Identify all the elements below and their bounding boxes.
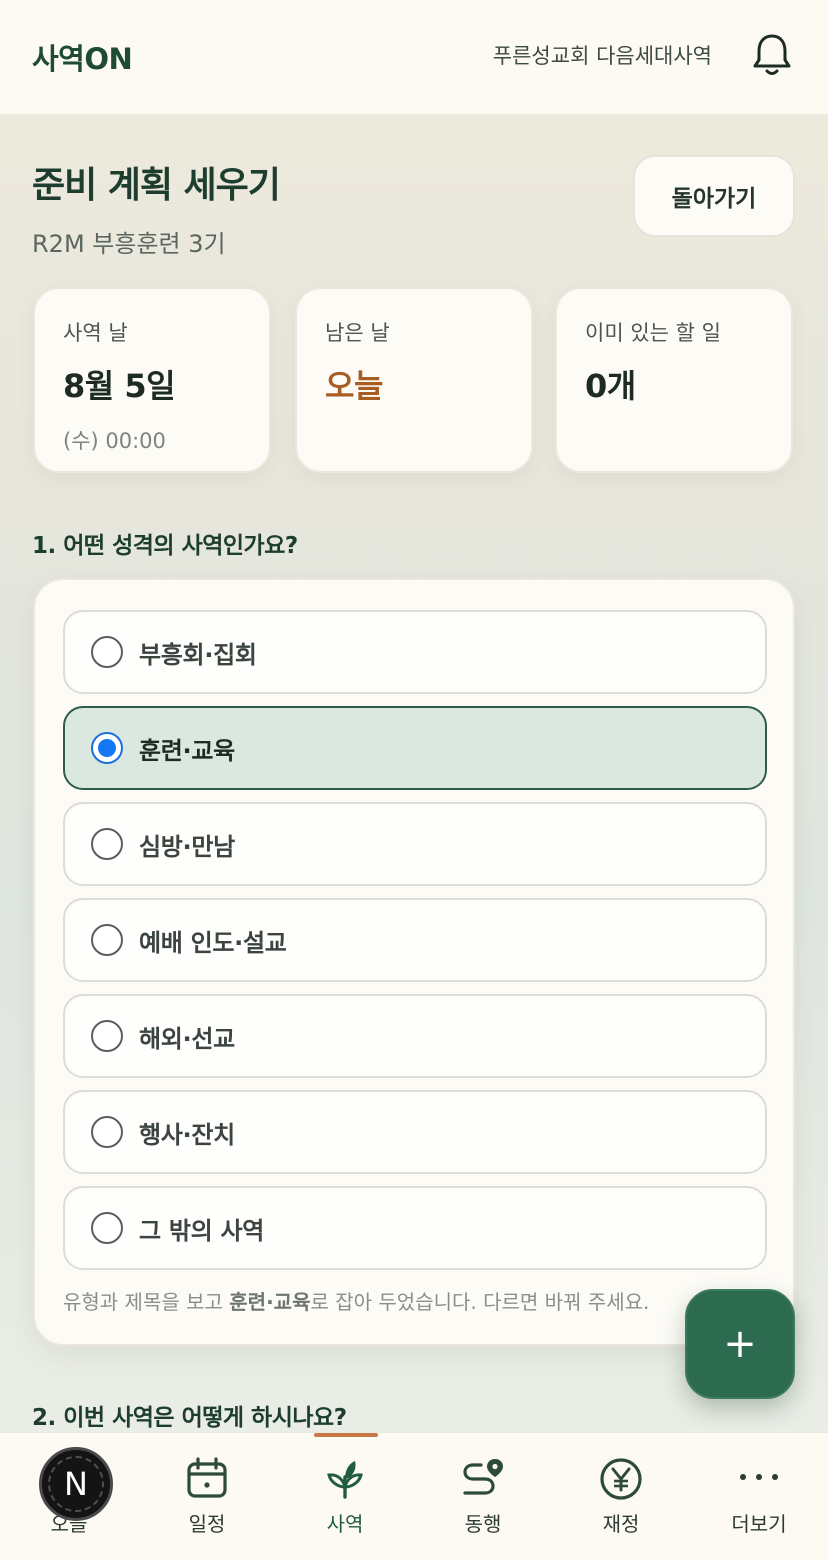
stat-card-ministry-date: 사역 날 8월 5일 (수) 00:00: [33, 287, 271, 473]
back-button[interactable]: 돌아가기: [633, 155, 795, 237]
tab-ministry[interactable]: 사역: [276, 1433, 414, 1560]
route-icon: [459, 1455, 507, 1503]
radio-button[interactable]: [91, 636, 123, 668]
option-label: 훈련·교육: [139, 736, 235, 765]
option-revival-meeting[interactable]: 부흥회·집회: [63, 610, 767, 694]
app-logo[interactable]: 사역ON: [32, 36, 133, 78]
question-1-title: 1. 어떤 성격의 사역인가요?: [32, 533, 298, 559]
radio-button[interactable]: [91, 924, 123, 956]
stat-label: 이미 있는 할 일: [585, 321, 721, 345]
ministry-type-card: 부흥회·집회 훈련·교육 심방·만남 예배 인도·설교 해외·선교 행사·잔치 …: [33, 578, 795, 1346]
radio-button[interactable]: [91, 1020, 123, 1052]
stat-value: 8월 5일: [63, 367, 176, 405]
option-label: 해외·선교: [139, 1024, 235, 1053]
more-icon: [735, 1455, 783, 1503]
add-button[interactable]: +: [685, 1289, 795, 1399]
hint-selected-type: 훈련·교육: [229, 1290, 311, 1314]
option-label: 행사·잔치: [139, 1120, 235, 1149]
type-hint: 유형과 제목을 보고 훈련·교육로 잡아 두었습니다. 다르면 바꿔 주세요.: [63, 1286, 649, 1315]
calendar-icon: [183, 1455, 231, 1503]
bell-icon[interactable]: [752, 32, 792, 78]
radio-button[interactable]: [91, 1116, 123, 1148]
option-label: 부흥회·집회: [139, 640, 257, 669]
option-training-education[interactable]: 훈련·교육: [63, 706, 767, 790]
tab-label: 동행: [464, 1512, 502, 1536]
stat-card-existing-tasks: 이미 있는 할 일 0개: [555, 287, 793, 473]
stat-label: 사역 날: [63, 321, 128, 345]
option-visitation[interactable]: 심방·만남: [63, 802, 767, 886]
dev-badge[interactable]: N: [39, 1447, 113, 1521]
radio-button[interactable]: [91, 1212, 123, 1244]
top-bar: 사역ON 푸른성교회 다음세대사역: [0, 0, 828, 114]
radio-button[interactable]: [91, 828, 123, 860]
option-label: 그 밖의 사역: [139, 1216, 265, 1245]
tab-label: 재정: [602, 1512, 640, 1536]
hint-text-before: 유형과 제목을 보고: [63, 1290, 230, 1314]
option-worship-sermon[interactable]: 예배 인도·설교: [63, 898, 767, 982]
stat-value: 오늘: [325, 367, 383, 405]
option-label: 예배 인도·설교: [139, 928, 287, 957]
option-label: 심방·만남: [139, 832, 235, 861]
sprout-icon: [321, 1455, 369, 1503]
tab-label: 더보기: [731, 1512, 787, 1536]
tab-schedule[interactable]: 일정: [138, 1433, 276, 1560]
stat-value: 0개: [585, 367, 636, 405]
tab-finance[interactable]: 재정: [552, 1433, 690, 1560]
tab-label: 일정: [188, 1512, 226, 1536]
bottom-tab-bar: 오늘 일정 사역 동행 재정 더보기: [0, 1432, 828, 1560]
page-title: 준비 계획 세우기: [32, 165, 281, 206]
tab-more[interactable]: 더보기: [690, 1433, 828, 1560]
hint-text-after: 로 잡아 두었습니다. 다르면 바꿔 주세요.: [310, 1290, 650, 1314]
radio-button[interactable]: [91, 732, 123, 764]
stat-label: 남은 날: [325, 321, 390, 345]
tab-label: 사역: [326, 1512, 364, 1536]
option-event-festival[interactable]: 행사·잔치: [63, 1090, 767, 1174]
option-overseas-mission[interactable]: 해외·선교: [63, 994, 767, 1078]
question-2-title: 2. 이번 사역은 어떻게 하시나요?: [32, 1405, 347, 1431]
tab-companion[interactable]: 동행: [414, 1433, 552, 1560]
organization-name[interactable]: 푸른성교회 다음세대사역: [493, 40, 712, 70]
won-coin-icon: [597, 1455, 645, 1503]
stat-card-days-left: 남은 날 오늘: [295, 287, 533, 473]
page-subtitle: R2M 부흥훈련 3기: [32, 230, 226, 258]
option-other-ministry[interactable]: 그 밖의 사역: [63, 1186, 767, 1270]
stat-detail: (수) 00:00: [63, 429, 166, 453]
page-header: 준비 계획 세우기 R2M 부흥훈련 3기: [32, 156, 281, 259]
